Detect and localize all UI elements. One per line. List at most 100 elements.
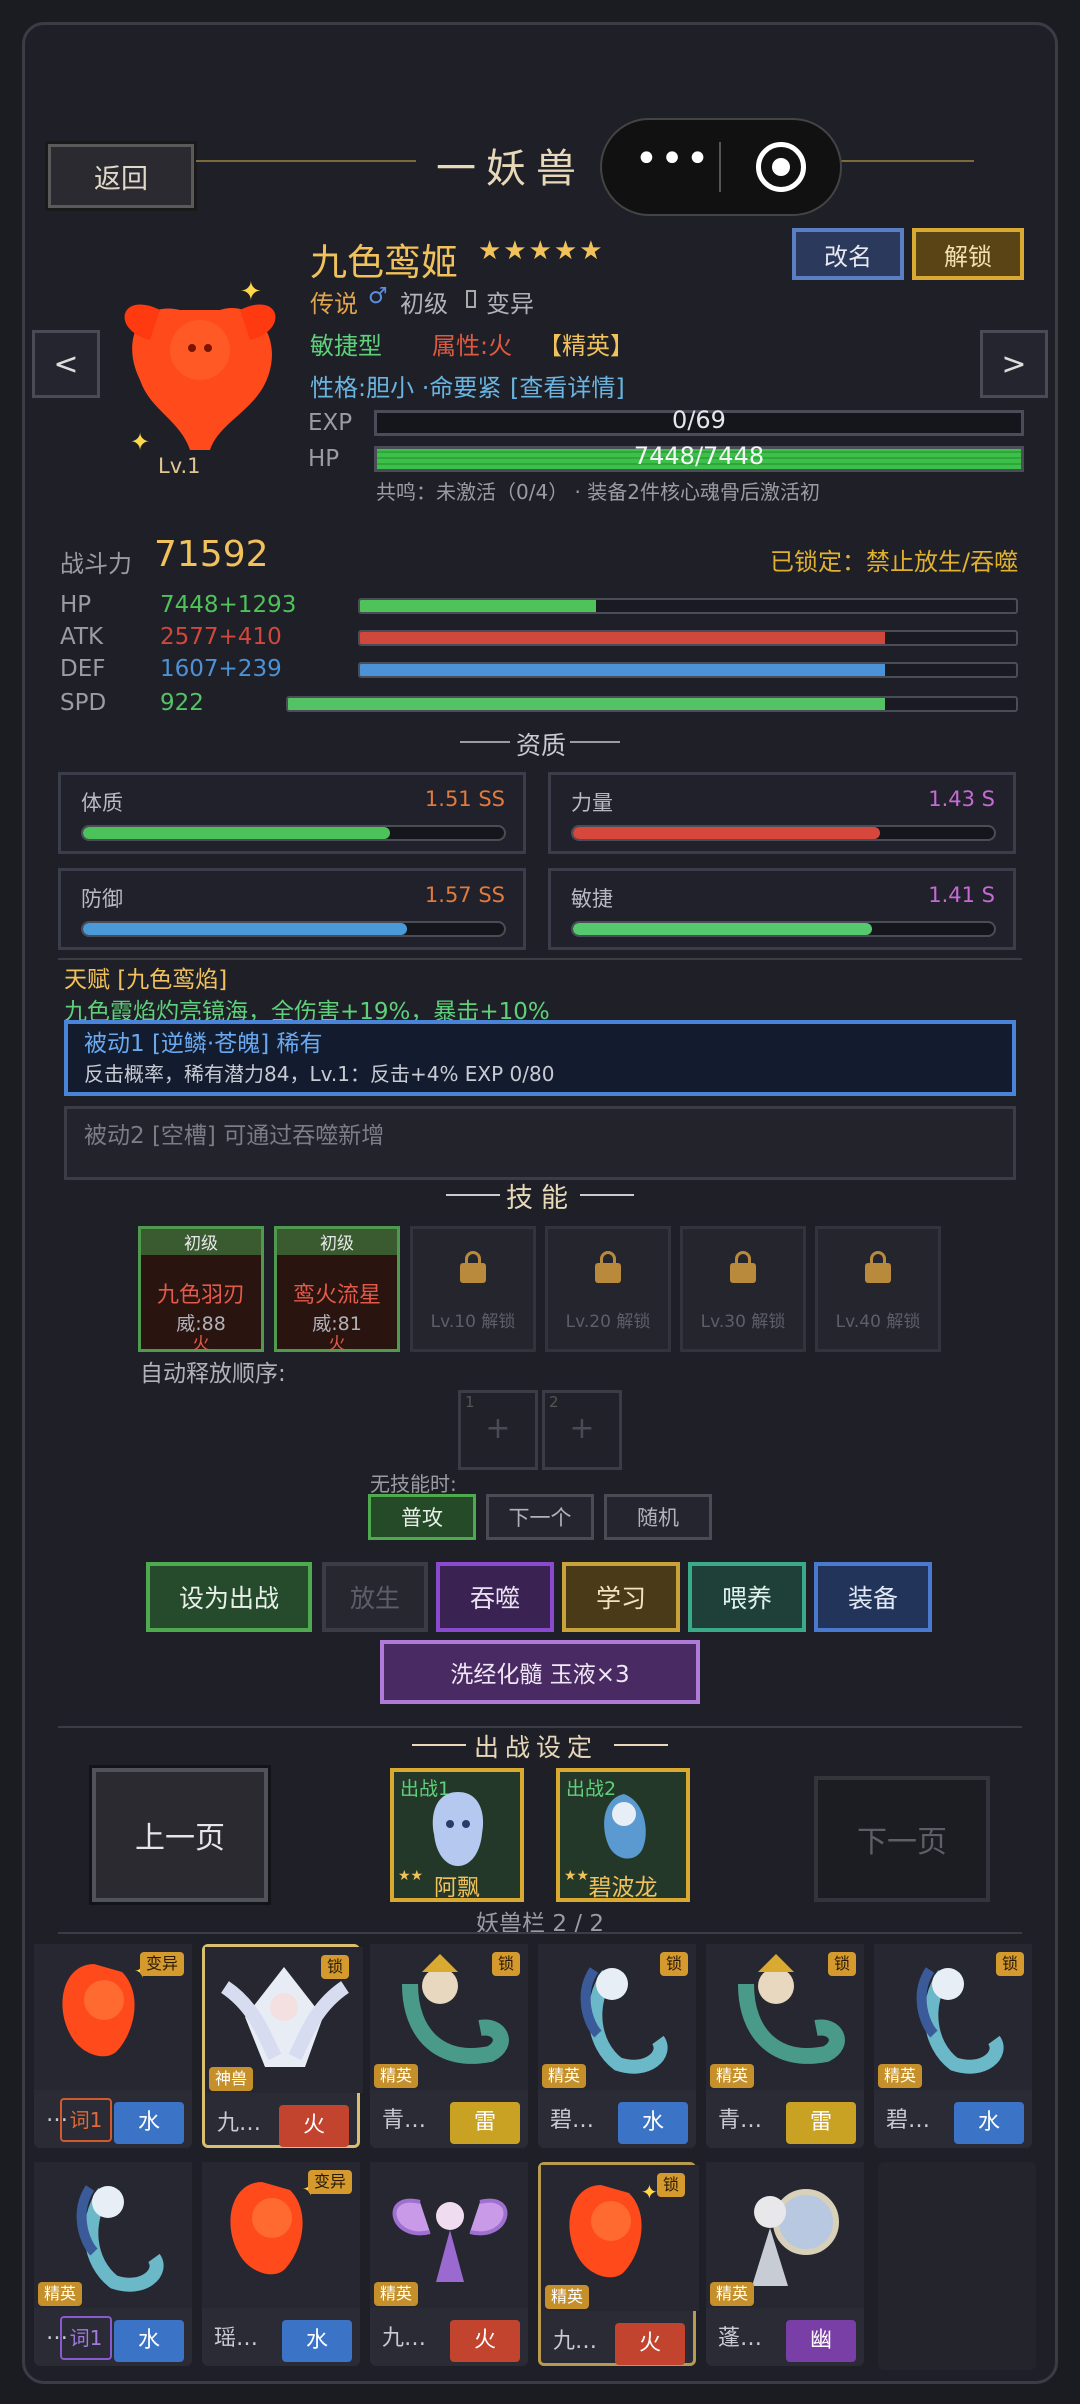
- element-badge: 火: [615, 2323, 685, 2365]
- devour-button[interactable]: 吞噬: [436, 1562, 554, 1632]
- unlock-level: Lv.20 解锁: [565, 1312, 651, 1332]
- skill-tier: 初级: [277, 1229, 397, 1255]
- battle-line-right: [614, 1744, 668, 1746]
- order-slot-number: 1: [465, 1393, 475, 1411]
- ghost-portrait: [432, 1792, 484, 1866]
- rename-button[interactable]: 改名: [792, 228, 904, 280]
- passive2-text: 被动2 [空槽] 可通过吞噬新增: [84, 1123, 385, 1149]
- plus-icon: +: [569, 1411, 595, 1446]
- stat-bar-hp: [358, 598, 1018, 614]
- svg-text:✦: ✦: [641, 2180, 658, 2204]
- skill-slot-locked-4[interactable]: Lv.40 解锁: [815, 1226, 941, 1352]
- passive1-title: 被动1 [逆鳞·苍魄] 稀有: [84, 1031, 323, 1057]
- rank-badge: 精英: [878, 2064, 923, 2088]
- battle-slot-2[interactable]: 出战2 ★★ 碧波龙: [556, 1768, 690, 1902]
- aptitude-name: 防御: [81, 887, 123, 911]
- aptitude-value: 1.51 SS: [424, 787, 505, 811]
- mode-random[interactable]: 随机: [604, 1494, 712, 1540]
- roster-card[interactable]: 锁 精英 青… 雷: [706, 1944, 864, 2148]
- beast-name: 九…: [382, 2326, 427, 2351]
- roster-card[interactable]: ✦ 变异 瑶… 水: [202, 2162, 360, 2366]
- lock-badge: 锁: [995, 1952, 1024, 1976]
- beast-name: 瑶…: [214, 2326, 259, 2351]
- next-pet-button[interactable]: >: [980, 330, 1048, 398]
- stat-bar-spd: [286, 696, 1018, 712]
- aptitude-value: 1.41 S: [928, 883, 995, 907]
- learn-button[interactable]: 学习: [562, 1562, 680, 1632]
- unlock-level: Lv.30 解锁: [700, 1312, 786, 1332]
- skill-slot-2[interactable]: 初级 鸾火流星 威:81 火: [274, 1226, 400, 1354]
- pet-personality: 性格:胆小 ·命要紧: [310, 374, 502, 402]
- capsule-divider: [719, 142, 721, 192]
- roster-card[interactable]: 锁 神兽 九… 火: [202, 1944, 363, 2148]
- pet-rank: 初级: [400, 290, 448, 318]
- roster-card[interactable]: 精英 … 词1 水: [34, 2162, 192, 2366]
- aptitude-name: 力量: [571, 791, 613, 815]
- skill-slot-locked-3[interactable]: Lv.30 解锁: [680, 1226, 806, 1352]
- beast-name: 九…: [217, 2111, 262, 2136]
- order-slot-1[interactable]: 1 +: [458, 1390, 538, 1470]
- refine-button[interactable]: 洗经化髓 玉液×3: [380, 1640, 700, 1704]
- roster-card[interactable]: 锁 精英 碧… 水: [538, 1944, 696, 2148]
- back-button[interactable]: 返回: [45, 141, 197, 211]
- order-slot-2[interactable]: 2 +: [542, 1390, 622, 1470]
- plus-icon: +: [485, 1411, 511, 1446]
- close-target-icon[interactable]: [756, 142, 806, 192]
- element-badge: 水: [954, 2102, 1024, 2144]
- aptitude-constitution: 体质 1.51 SS: [58, 772, 526, 854]
- roster-card[interactable]: ✦ 变异 … 词1 水: [34, 1944, 192, 2148]
- header-line-left: [196, 160, 416, 162]
- roster-card[interactable]: 精英 九… 火: [370, 2162, 528, 2366]
- release-button[interactable]: 放生: [322, 1562, 428, 1632]
- more-icon[interactable]: •••: [628, 136, 718, 182]
- pet-variant: 变异: [486, 290, 534, 318]
- stat-name-atk: ATK: [60, 624, 104, 650]
- skill-slot-locked-2[interactable]: Lv.20 解锁: [545, 1226, 671, 1352]
- pet-rarity: 传说: [310, 290, 358, 318]
- rank-badge: 精英: [38, 2282, 83, 2306]
- affix-badge: 词1: [60, 2316, 112, 2360]
- stat-value-spd: 922: [160, 690, 204, 716]
- roster-card[interactable]: ✦ 锁 精英 九… 火: [538, 2162, 699, 2366]
- element-badge: 水: [618, 2102, 688, 2144]
- skill-slot-1[interactable]: 初级 九色羽刃 威:88 火: [138, 1226, 264, 1354]
- roster-card[interactable]: 锁 精英 碧… 水: [874, 1944, 1032, 2148]
- skill-element: 火: [192, 1334, 210, 1354]
- pet-name: 九色鸾姬: [310, 241, 458, 284]
- battle-slot-name: 碧波龙: [588, 1875, 658, 1901]
- aptitude-fill: [573, 827, 881, 839]
- skill-slot-locked-1[interactable]: Lv.10 解锁: [410, 1226, 536, 1352]
- roster-card[interactable]: 锁 精英 青… 雷: [370, 1944, 528, 2148]
- beast-name: 碧…: [886, 2108, 931, 2133]
- personality-detail-link[interactable]: [查看详情]: [510, 368, 625, 403]
- auto-order-label: 自动释放顺序:: [140, 1361, 286, 1387]
- beast-name: 蓬…: [718, 2326, 763, 2351]
- no-skill-label: 无技能时:: [370, 1472, 457, 1496]
- rank-badge: 精英: [374, 2064, 419, 2088]
- stat-value-def: 1607+239: [160, 656, 282, 682]
- prev-pet-button[interactable]: <: [32, 330, 100, 398]
- stat-value-atk: 2577+410: [160, 624, 282, 650]
- roster-card[interactable]: 精英 蓬… 幽: [706, 2162, 864, 2366]
- battle-slot-1[interactable]: 出战1 ★★ 阿飘: [390, 1768, 524, 1902]
- mode-normal-attack[interactable]: 普攻: [368, 1494, 476, 1540]
- feed-button[interactable]: 喂养: [688, 1562, 806, 1632]
- battle-next-page-button[interactable]: 下一页: [814, 1776, 990, 1902]
- passive1-desc: 反击概率，稀有潜力84，Lv.1：反击+4% EXP 0/80: [84, 1062, 555, 1086]
- equip-button[interactable]: 装备: [814, 1562, 932, 1632]
- beast-name: 碧…: [550, 2108, 595, 2133]
- pet-portrait: ✦ ✦: [110, 270, 290, 470]
- aptitude-name: 体质: [81, 791, 123, 815]
- deploy-button[interactable]: 设为出战: [146, 1562, 312, 1632]
- variant-badge: 变异: [139, 1952, 184, 1976]
- unlock-button[interactable]: 解锁: [912, 228, 1024, 280]
- stat-fill-atk: [360, 632, 885, 644]
- mode-next[interactable]: 下一个: [486, 1494, 594, 1540]
- stat-name-spd: SPD: [60, 690, 107, 716]
- svg-text:✦: ✦: [130, 428, 150, 456]
- skills-line-left: [446, 1194, 500, 1196]
- pet-element: 属性:火: [432, 332, 513, 360]
- battle-prev-page-button[interactable]: 上一页: [89, 1765, 271, 1905]
- locked-status: 已锁定：禁止放生/吞噬: [770, 548, 1019, 576]
- aptitude-fill: [83, 827, 391, 839]
